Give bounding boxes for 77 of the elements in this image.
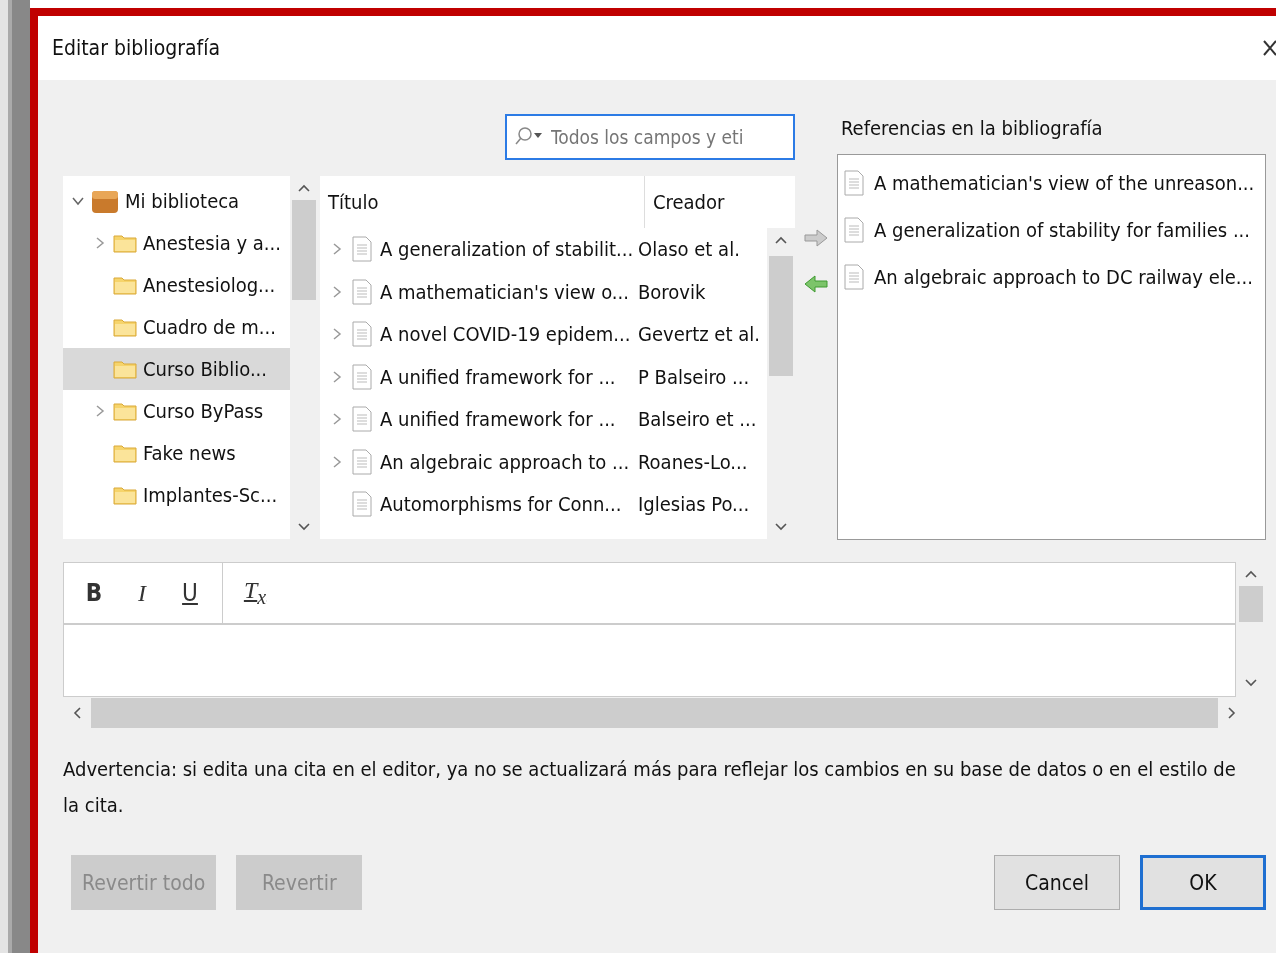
scroll-down-icon[interactable] <box>1245 679 1257 687</box>
window-title: Editar bibliografía <box>52 36 221 60</box>
table-cell: A generalization of stabilit... <box>380 237 630 262</box>
table-cell-text: Automorphisms for Conn... <box>380 492 623 517</box>
search-input[interactable]: Todos los campos y eti <box>549 125 773 149</box>
tree-item[interactable]: Fake news <box>63 432 290 474</box>
document-icon <box>844 216 864 243</box>
reference-item[interactable]: A generalization of stability for families ... <box>838 206 1265 253</box>
document-icon <box>352 321 372 348</box>
document-icon <box>352 363 372 390</box>
scroll-up-icon[interactable] <box>775 236 787 244</box>
table-cell: P Balseiro ... <box>638 364 750 389</box>
right-arrow-icon[interactable] <box>803 229 829 247</box>
folder-icon <box>113 275 137 295</box>
scroll-down-icon[interactable] <box>298 523 310 531</box>
document-icon <box>352 236 372 263</box>
reference-item[interactable]: A mathematician's view of the unreason... <box>838 159 1265 206</box>
folder-icon <box>113 359 137 379</box>
tree-item[interactable]: Implantes-Sc... <box>63 474 290 516</box>
item-row[interactable]: A generalization of stabilit... Olaso et al. <box>320 228 767 271</box>
folder-icon <box>113 443 137 463</box>
dialog-button[interactable]: Cancel <box>994 855 1120 910</box>
scroll-thumb[interactable] <box>1239 586 1263 622</box>
tree-item[interactable]: Cuadro de m... <box>63 306 290 348</box>
tree-item[interactable]: Anestesiolog... <box>63 264 290 306</box>
item-row[interactable]: A mathematician's view o... Borovik <box>320 270 767 313</box>
reference-item[interactable]: An algebraic approach to DC railway ele... <box>838 253 1265 300</box>
table-cell-text: A unified framework for ... <box>380 407 617 432</box>
format-button[interactable]: U <box>168 578 212 608</box>
table-cell: Borovik <box>638 279 706 304</box>
document-icon <box>352 406 372 433</box>
folder-icon <box>113 485 137 505</box>
table-cell: Gevertz et al. <box>638 322 760 347</box>
scroll-thumb[interactable] <box>769 256 793 376</box>
dialog-button[interactable]: OK <box>1140 855 1266 910</box>
table-cell: Iglesias Po... <box>638 492 750 517</box>
document-icon <box>352 491 372 518</box>
tree-item[interactable]: Curso ByPass <box>63 390 290 432</box>
document-icon <box>352 448 372 475</box>
item-row[interactable]: A unified framework for ... P Balseiro ... <box>320 355 767 398</box>
item-row[interactable]: A novel COVID-19 epidem... Gevertz et al. <box>320 313 767 356</box>
format-button[interactable]: B <box>72 578 116 608</box>
table-cell: An algebraic approach to ... <box>380 449 630 474</box>
scroll-down-icon[interactable] <box>775 523 787 531</box>
library-icon <box>91 188 119 214</box>
folder-icon <box>113 317 137 337</box>
format-button[interactable]: T$_{x}$ <box>233 576 277 610</box>
search-field[interactable]: Todos los campos y eti <box>505 114 795 160</box>
scroll-left-icon[interactable] <box>73 707 81 719</box>
folder-icon <box>113 401 137 421</box>
format-button[interactable]: I <box>120 578 164 608</box>
document-icon <box>844 263 864 290</box>
citation-editor[interactable]: B I U T$_{x}$ <box>63 562 1236 697</box>
scroll-up-icon[interactable] <box>298 184 310 192</box>
tree-item[interactable]: Curso Biblio... <box>63 348 290 390</box>
item-row[interactable]: An algebraic approach to ... Roanes-Lo... <box>320 440 767 483</box>
item-row[interactable]: Automorphisms for Conn... Iglesias Po... <box>320 483 767 526</box>
item-row[interactable]: A unified framework for ... Balseiro et ... <box>320 398 767 441</box>
table-cell: Olaso et al. <box>638 237 740 262</box>
left-arrow-icon[interactable] <box>803 275 829 293</box>
scroll-thumb[interactable] <box>292 200 316 300</box>
table-cell-text: A unified framework for ... <box>380 364 617 389</box>
warning-text: Advertencia: si edita una cita en el editor, ya no se actualizará más para reflejar los cambios en su base de datos o en el estilo de la cita. <box>63 756 1237 819</box>
table-cell: A mathematician's view o... <box>380 279 630 304</box>
tree-item[interactable]: Mi biblioteca <box>63 180 290 222</box>
table-cell: A novel COVID-19 epidem... <box>380 322 630 347</box>
references-label: Referencias en la bibliografía <box>840 115 1104 142</box>
folder-icon <box>113 233 137 253</box>
column-header[interactable]: Creador <box>645 190 725 214</box>
tree-item[interactable]: Anestesia y a... <box>63 222 290 264</box>
scroll-up-icon[interactable] <box>1245 570 1257 578</box>
column-header[interactable]: Título <box>320 176 645 228</box>
scroll-right-icon[interactable] <box>1228 707 1236 719</box>
document-icon <box>352 278 372 305</box>
table-cell: Balseiro et ... <box>638 407 757 432</box>
document-icon <box>844 169 864 196</box>
table-cell: Roanes-Lo... <box>638 449 748 474</box>
